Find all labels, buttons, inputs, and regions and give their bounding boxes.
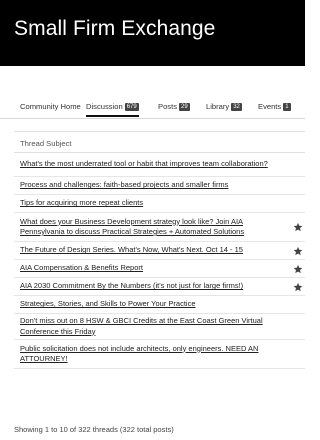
tab-label: Posts: [158, 102, 177, 111]
star-icon: [293, 282, 303, 291]
thread-row: AIA Compensation & Benefits Report: [14, 260, 305, 278]
thread-list: What's the most underrated tool or habit…: [14, 153, 305, 369]
thread-row: Public solicitation does not include arc…: [14, 340, 305, 369]
thread-subject-link[interactable]: The Future of Design Series. What's Now,…: [14, 245, 276, 256]
count-badge: 32: [231, 103, 242, 111]
star-icon: [293, 264, 303, 273]
thread-row: The Future of Design Series. What's Now,…: [14, 242, 305, 260]
column-header-thread-subject: Thread Subject: [20, 139, 72, 148]
thread-row: AIA 2030 Commitment By the Numbers (it's…: [14, 278, 305, 296]
tab-library[interactable]: Library 32: [206, 102, 242, 111]
tab-community-home[interactable]: Community Home: [20, 102, 81, 111]
star-icon: [293, 222, 303, 232]
thread-row: What's the most underrated tool or habit…: [14, 153, 305, 177]
community-tabs: Community Home Discussion 679 Posts 29 Lib…: [0, 97, 305, 119]
tab-label: Events: [258, 102, 282, 111]
thread-subject-link[interactable]: Strategies, Stories, and Skills to Power…: [14, 299, 276, 310]
thread-row: What does your Business Development stra…: [14, 213, 305, 242]
page-title: Small Firm Exchange: [14, 17, 216, 40]
thread-row: Don't miss out on 8 HSW & GBCI Credits a…: [14, 314, 305, 340]
tab-label: Community Home: [20, 102, 81, 111]
thread-row: Process and challenges: faith-based proj…: [14, 177, 305, 195]
count-badge: 1: [283, 103, 291, 111]
thread-subject-link[interactable]: AIA 2030 Commitment By the Numbers (it's…: [14, 281, 276, 292]
page-banner: Small Firm Exchange: [0, 0, 305, 66]
thread-subject-link[interactable]: Tips for acquiring more repeat clients: [14, 198, 276, 209]
thread-subject-link[interactable]: Process and challenges: faith-based proj…: [14, 180, 276, 191]
count-badge: 29: [179, 103, 190, 111]
thread-subject-link[interactable]: What does your Business Development stra…: [14, 217, 276, 238]
pagination-summary: Showing 1 to 10 of 322 threads (322 tota…: [14, 425, 174, 434]
thread-subject-link[interactable]: AIA Compensation & Benefits Report: [14, 263, 276, 274]
tab-discussion[interactable]: Discussion 679: [86, 102, 139, 117]
thread-subject-link[interactable]: Don't miss out on 8 HSW & GBCI Credits a…: [14, 316, 276, 337]
tab-events[interactable]: Events 1: [258, 102, 291, 111]
tab-posts[interactable]: Posts 29: [158, 102, 190, 111]
tab-label: Discussion: [86, 102, 123, 111]
count-badge: 679: [124, 103, 139, 111]
thread-subject-link[interactable]: What's the most underrated tool or habit…: [14, 159, 276, 170]
thread-subject-link[interactable]: Public solicitation does not include arc…: [14, 344, 276, 365]
thread-row: Tips for acquiring more repeat clients: [14, 195, 305, 213]
tab-label: Library: [206, 102, 230, 111]
thread-row: Strategies, Stories, and Skills to Power…: [14, 296, 305, 314]
star-icon: [293, 246, 303, 255]
thread-table-header: Thread Subject: [14, 131, 305, 153]
